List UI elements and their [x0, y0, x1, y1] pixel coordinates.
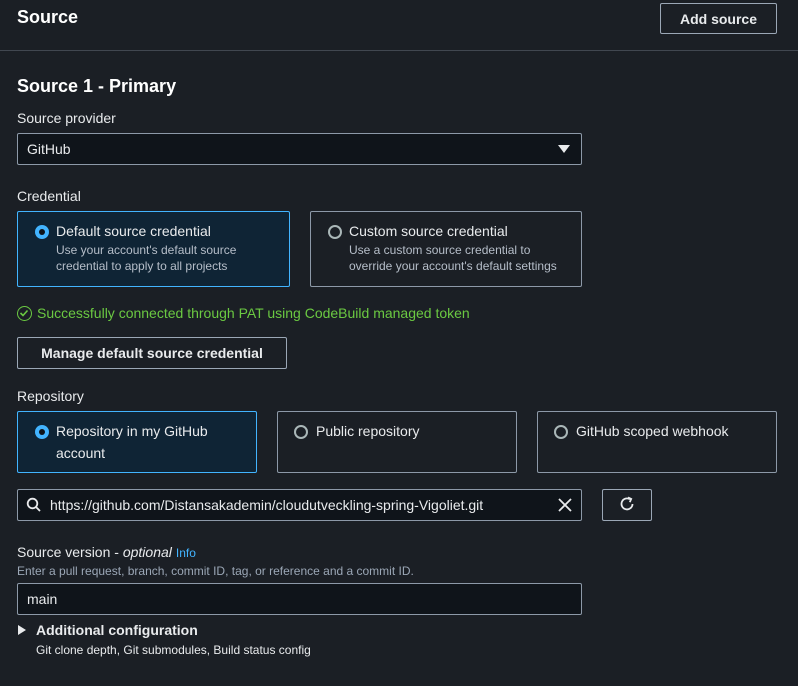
- caret-right-icon: [18, 625, 26, 635]
- source-version-value: main: [27, 591, 58, 607]
- radio-button[interactable]: [328, 225, 342, 239]
- connection-status: Successfully connected through PAT using…: [17, 305, 470, 321]
- credential-option-default[interactable]: Default source credential Use your accou…: [17, 211, 290, 287]
- credential-option-desc-line2: credential to apply to all projects: [56, 259, 228, 273]
- repository-option-title: GitHub scoped webhook: [576, 423, 729, 439]
- repository-label: Repository: [17, 388, 84, 404]
- search-icon: [26, 497, 42, 516]
- additional-configuration-title: Additional configuration: [36, 622, 198, 638]
- source-version-label-text: Source version: [17, 544, 111, 560]
- close-icon[interactable]: [557, 497, 573, 516]
- credential-option-title: Default source credential: [56, 223, 211, 239]
- credential-option-title: Custom source credential: [349, 223, 508, 239]
- additional-configuration-description: Git clone depth, Git submodules, Build s…: [36, 643, 311, 657]
- credential-option-desc-line2: override your account's default settings: [349, 259, 557, 273]
- optional-tag: optional: [122, 544, 172, 560]
- repository-option-title: Public repository: [316, 423, 420, 439]
- check-circle-icon: [17, 305, 32, 321]
- repository-option-my-github[interactable]: Repository in my GitHub account: [17, 411, 257, 473]
- radio-button-checked[interactable]: [35, 425, 49, 439]
- repository-option-public[interactable]: Public repository: [277, 411, 517, 473]
- credential-option-desc-line1: Use your account's default source: [56, 243, 237, 257]
- credential-option-custom[interactable]: Custom source credential Use a custom so…: [310, 211, 582, 287]
- repository-option-webhook[interactable]: GitHub scoped webhook: [537, 411, 777, 473]
- source-version-hint: Enter a pull request, branch, commit ID,…: [17, 564, 414, 578]
- radio-button[interactable]: [554, 425, 568, 439]
- repository-url-input[interactable]: https://github.com/Distansakademin/cloud…: [17, 489, 582, 521]
- credential-option-desc-line1: Use a custom source credential to: [349, 243, 531, 257]
- add-source-button[interactable]: Add source: [660, 3, 777, 34]
- refresh-icon: [618, 495, 636, 516]
- page-title: Source: [17, 7, 79, 27]
- manage-credential-button[interactable]: Manage default source credential: [17, 337, 287, 369]
- repository-url-value: https://github.com/Distansakademin/cloud…: [50, 497, 484, 513]
- source-provider-select[interactable]: GitHub: [17, 133, 582, 165]
- radio-button[interactable]: [294, 425, 308, 439]
- section-header: Source Add source: [0, 0, 798, 51]
- source-provider-value: GitHub: [27, 141, 71, 157]
- source-version-label: Source version - optional Info: [17, 544, 196, 560]
- section-title: Source 1 - Primary: [17, 76, 177, 96]
- connection-status-text: Successfully connected through PAT using…: [37, 305, 470, 321]
- radio-button-checked[interactable]: [35, 225, 49, 239]
- source-version-input[interactable]: main: [17, 583, 582, 615]
- refresh-button[interactable]: [602, 489, 652, 521]
- source-provider-label: Source provider: [17, 110, 116, 126]
- repository-option-title-line2: account: [56, 445, 106, 461]
- repository-option-title-line1: Repository in my GitHub: [56, 423, 208, 439]
- caret-down-icon: [558, 145, 570, 153]
- credential-label: Credential: [17, 188, 81, 204]
- info-link[interactable]: Info: [176, 546, 196, 560]
- additional-configuration-toggle[interactable]: Additional configuration: [18, 622, 198, 638]
